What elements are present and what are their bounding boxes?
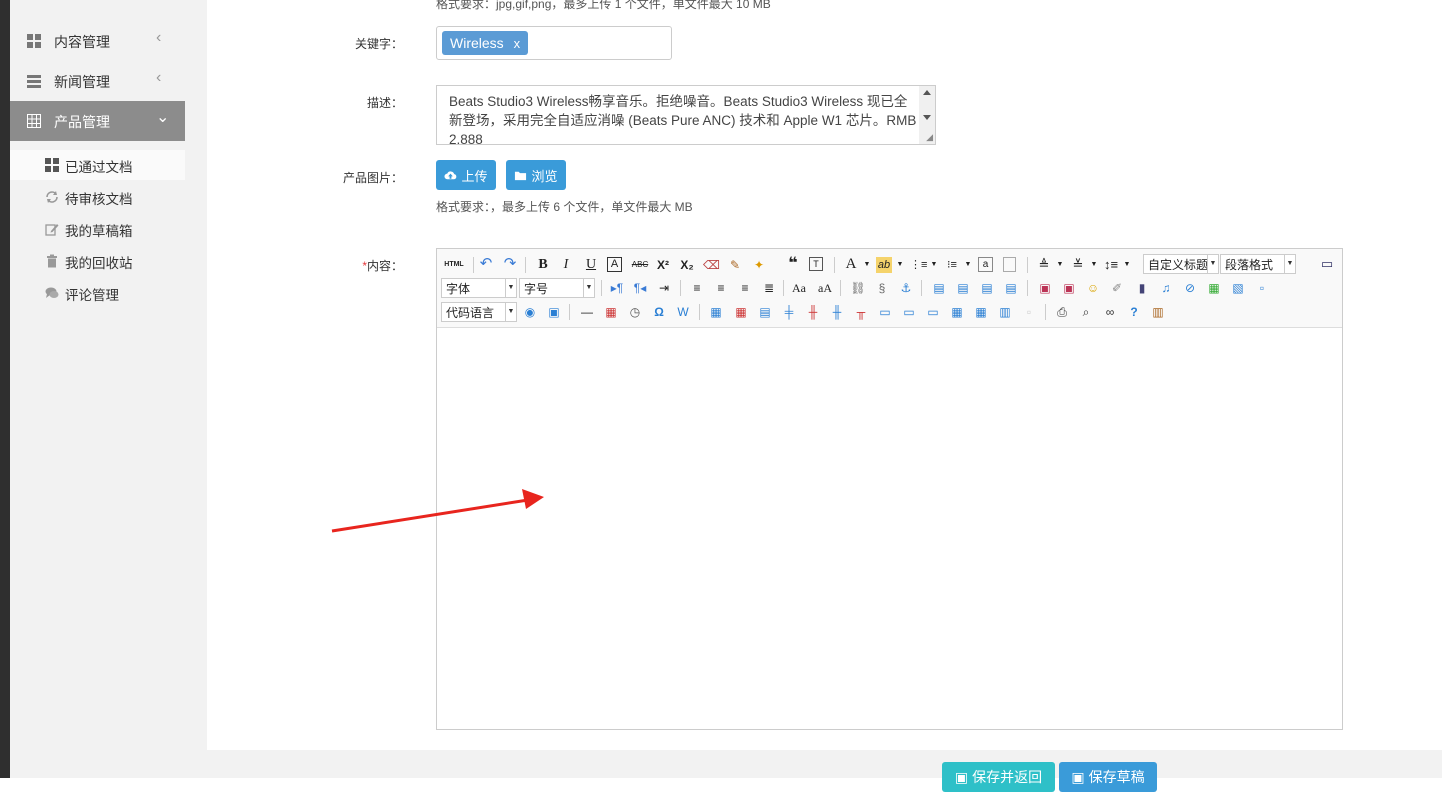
save-draft-button[interactable]: ▣ 保存草稿 xyxy=(1059,762,1157,792)
save-and-return-label: 保存并返回 xyxy=(972,769,1043,785)
annotation-arrow-icon xyxy=(331,489,544,533)
save-and-return-button[interactable]: ▣ 保存并返回 xyxy=(942,762,1055,792)
save-icon: ▣ xyxy=(1071,768,1085,785)
save-icon: ▣ xyxy=(954,768,969,785)
save-draft-label: 保存草稿 xyxy=(1088,769,1145,785)
